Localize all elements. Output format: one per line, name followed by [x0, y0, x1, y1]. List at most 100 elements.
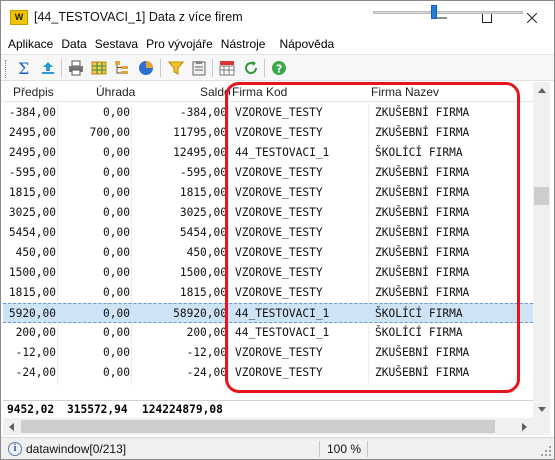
scroll-left-button[interactable]: [3, 418, 20, 435]
resize-grip-icon[interactable]: [540, 445, 552, 457]
cell-firma-kod: VZOROVE_TESTY: [235, 346, 323, 359]
cell-saldo: -384,00: [179, 106, 227, 119]
cell-uhrada: 0,00: [103, 286, 130, 299]
table-settings-button[interactable]: [217, 58, 237, 78]
vertical-scrollbar[interactable]: [533, 82, 550, 418]
minimize-button[interactable]: [419, 1, 465, 34]
table-row[interactable]: 450,00 0,00 450,00 VZOROVE_TESTY ZKUŠEBNÍ FI…: [3, 243, 533, 263]
data-grid[interactable]: Předpis Úhrada Saldo Firma Kod Firma Naz…: [3, 82, 533, 418]
cell-uhrada: 0,00: [103, 266, 130, 279]
close-button[interactable]: [509, 1, 555, 34]
chart-button[interactable]: [136, 58, 156, 78]
table-settings-icon: [219, 61, 235, 76]
cell-predpis: -12,00: [15, 346, 56, 359]
table-row[interactable]: 2495,00 700,00 11795,00 VZOROVE_TESTY ZKUŠEB…: [3, 123, 533, 143]
total-predpis: 9452,02: [7, 403, 55, 416]
table-row[interactable]: 5920,00 0,00 58920,00 44_TESTOVACI_1 ŠKOLÍCÍ…: [3, 303, 533, 323]
cell-firma-nazev: ZKUŠEBNÍ FIRMA: [375, 166, 470, 179]
cell-firma-nazev: ZKUŠEBNÍ FIRMA: [375, 346, 470, 359]
cell-predpis: 200,00: [15, 326, 56, 339]
table-row[interactable]: -24,00 0,00 -24,00 VZOROVE_TESTY ZKUŠEBNÍ FI…: [3, 363, 533, 383]
total-saldo: 124224879,08: [142, 403, 223, 416]
zoom-level: 100 %: [327, 442, 362, 456]
table-row[interactable]: 200,00 0,00 200,00 44_TESTOVACI_1 ŠKOLÍCÍ FI…: [3, 323, 533, 343]
cell-predpis: 3025,00: [8, 206, 56, 219]
svg-text:?: ?: [276, 63, 282, 76]
status-text: datawindow[0/213]: [26, 442, 127, 456]
cell-firma-kod: VZOROVE_TESTY: [235, 366, 323, 379]
menu-pro-vyvojare[interactable]: Pro vývojáře: [142, 34, 217, 54]
table-row[interactable]: 5454,00 0,00 5454,00 VZOROVE_TESTY ZKUŠEBNÍ …: [3, 223, 533, 243]
tree-button[interactable]: [112, 58, 132, 78]
cell-uhrada: 0,00: [103, 166, 130, 179]
zoom-slider-thumb[interactable]: [431, 5, 437, 19]
cell-predpis: 5454,00: [8, 226, 56, 239]
print-button[interactable]: [66, 58, 86, 78]
table-row[interactable]: 2495,00 0,00 12495,00 44_TESTOVACI_1 ŠKOLÍCÍ…: [3, 143, 533, 163]
cell-firma-nazev: ZKUŠEBNÍ FIRMA: [375, 186, 470, 199]
title-bar: W [44_TESTOVACI_1] Data z více firem: [1, 1, 554, 34]
cell-uhrada: 0,00: [103, 307, 130, 320]
close-icon: [527, 12, 537, 23]
column-header-saldo[interactable]: Saldo: [200, 85, 231, 99]
horizontal-scrollbar[interactable]: [3, 418, 533, 435]
cell-saldo: 450,00: [186, 246, 227, 259]
cell-firma-kod: VZOROVE_TESTY: [235, 166, 323, 179]
cell-saldo: 1815,00: [179, 286, 227, 299]
filter-button[interactable]: [166, 58, 186, 78]
cell-saldo: 3025,00: [179, 206, 227, 219]
cell-predpis: 5920,00: [8, 307, 56, 320]
sum-button[interactable]: Σ: [14, 58, 34, 78]
horizontal-scroll-thumb[interactable]: [21, 420, 495, 433]
scroll-down-button[interactable]: [533, 401, 550, 418]
cell-firma-kod: 44_TESTOVACI_1: [235, 146, 330, 159]
vertical-scroll-thumb[interactable]: [534, 187, 549, 205]
column-header-firma-nazev[interactable]: Firma Nazev: [371, 85, 439, 99]
tree-icon: [115, 61, 128, 74]
refresh-icon: [245, 61, 258, 75]
menu-nastroje[interactable]: Nástroje: [217, 34, 270, 54]
table-row[interactable]: 3025,00 0,00 3025,00 VZOROVE_TESTY ZKUŠEBNÍ …: [3, 203, 533, 223]
window-title: [44_TESTOVACI_1] Data z více firem: [34, 10, 243, 24]
grid-export-button[interactable]: [89, 58, 109, 78]
cell-firma-nazev: ZKUŠEBNÍ FIRMA: [375, 246, 470, 259]
table-row[interactable]: 1815,00 0,00 1815,00 VZOROVE_TESTY ZKUŠEBNÍ …: [3, 183, 533, 203]
table-row[interactable]: -384,00 0,00 -384,00 VZOROVE_TESTY ZKUŠEBNÍ …: [3, 103, 533, 123]
scrollbar-corner: [533, 418, 550, 435]
table-row[interactable]: 1815,00 0,00 1815,00 VZOROVE_TESTY ZKUŠEBNÍ …: [3, 283, 533, 303]
menu-data[interactable]: Data: [57, 34, 90, 54]
column-header-predpis[interactable]: Předpis: [13, 85, 54, 99]
total-uhrada: 315572,94: [67, 403, 128, 416]
cell-saldo: 200,00: [186, 326, 227, 339]
help-button[interactable]: ?: [269, 58, 289, 78]
cell-firma-nazev: ZKUŠEBNÍ FIRMA: [375, 106, 470, 119]
scroll-up-button[interactable]: [533, 82, 550, 99]
table-row[interactable]: 1500,00 0,00 1500,00 VZOROVE_TESTY ZKUŠEBNÍ …: [3, 263, 533, 283]
table-row[interactable]: -12,00 0,00 -12,00 VZOROVE_TESTY ZKUŠEBNÍ FI…: [3, 343, 533, 363]
menu-aplikace[interactable]: Aplikace: [4, 34, 57, 54]
cell-uhrada: 0,00: [103, 346, 130, 359]
scroll-right-button[interactable]: [516, 418, 533, 435]
zoom-slider[interactable]: [373, 11, 523, 14]
table-row[interactable]: -595,00 0,00 -595,00 VZOROVE_TESTY ZKUŠEBNÍ …: [3, 163, 533, 183]
menu-sestava[interactable]: Sestava: [91, 34, 142, 54]
chevron-left-icon: [9, 422, 14, 431]
column-divider[interactable]: [228, 82, 229, 102]
cell-saldo: -595,00: [179, 166, 227, 179]
clipboard-button[interactable]: [189, 58, 209, 78]
cell-predpis: 1500,00: [8, 266, 56, 279]
export-button[interactable]: [38, 58, 58, 78]
cell-uhrada: 0,00: [103, 366, 130, 379]
toolbar-grip[interactable]: [5, 60, 8, 78]
cell-firma-nazev: ŠKOLÍCÍ FIRMA: [375, 326, 463, 339]
maximize-button[interactable]: [464, 1, 510, 34]
refresh-button[interactable]: [241, 58, 261, 78]
cell-saldo: 1815,00: [179, 186, 227, 199]
toolbar: Σ ?: [1, 54, 554, 81]
column-header-firma-kod[interactable]: Firma Kod: [232, 85, 287, 99]
menu-napoveda[interactable]: Nápověda: [269, 34, 338, 54]
pie-chart-icon: [139, 61, 153, 75]
status-separator: [367, 441, 368, 457]
cell-uhrada: 0,00: [103, 246, 130, 259]
column-header-uhrada[interactable]: Úhrada: [96, 85, 135, 99]
